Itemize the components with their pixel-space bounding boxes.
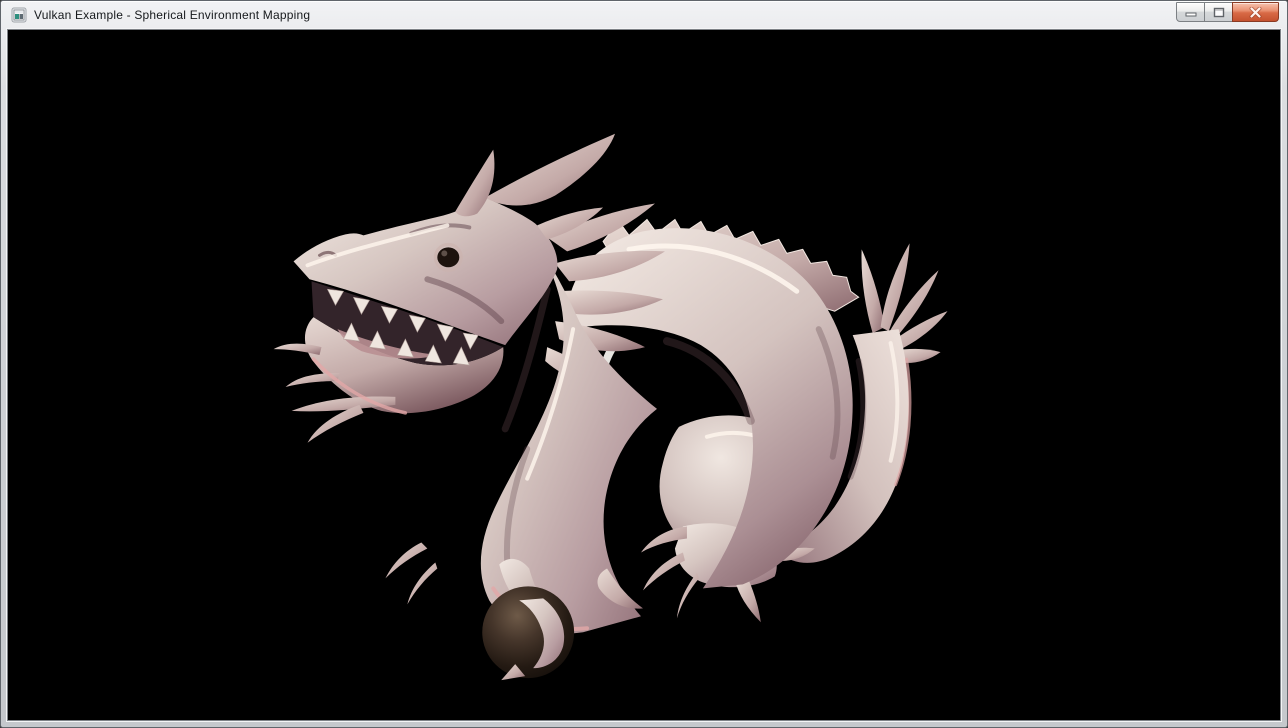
maximize-icon — [1213, 7, 1225, 18]
dragon-render — [8, 30, 1280, 720]
maximize-button[interactable] — [1204, 2, 1233, 22]
close-button[interactable] — [1232, 2, 1279, 22]
titlebar[interactable]: Vulkan Example - Spherical Environment M… — [1, 1, 1287, 28]
window-title: Vulkan Example - Spherical Environment M… — [34, 8, 310, 22]
caption-button-group — [1177, 2, 1279, 22]
application-window-icon[interactable] — [11, 7, 27, 23]
dragon-eye — [437, 247, 459, 267]
render-viewport[interactable] — [7, 29, 1281, 721]
app-window: Vulkan Example - Spherical Environment M… — [0, 0, 1288, 728]
minimize-icon — [1185, 7, 1197, 17]
minimize-button[interactable] — [1176, 2, 1205, 22]
close-icon — [1249, 7, 1262, 18]
